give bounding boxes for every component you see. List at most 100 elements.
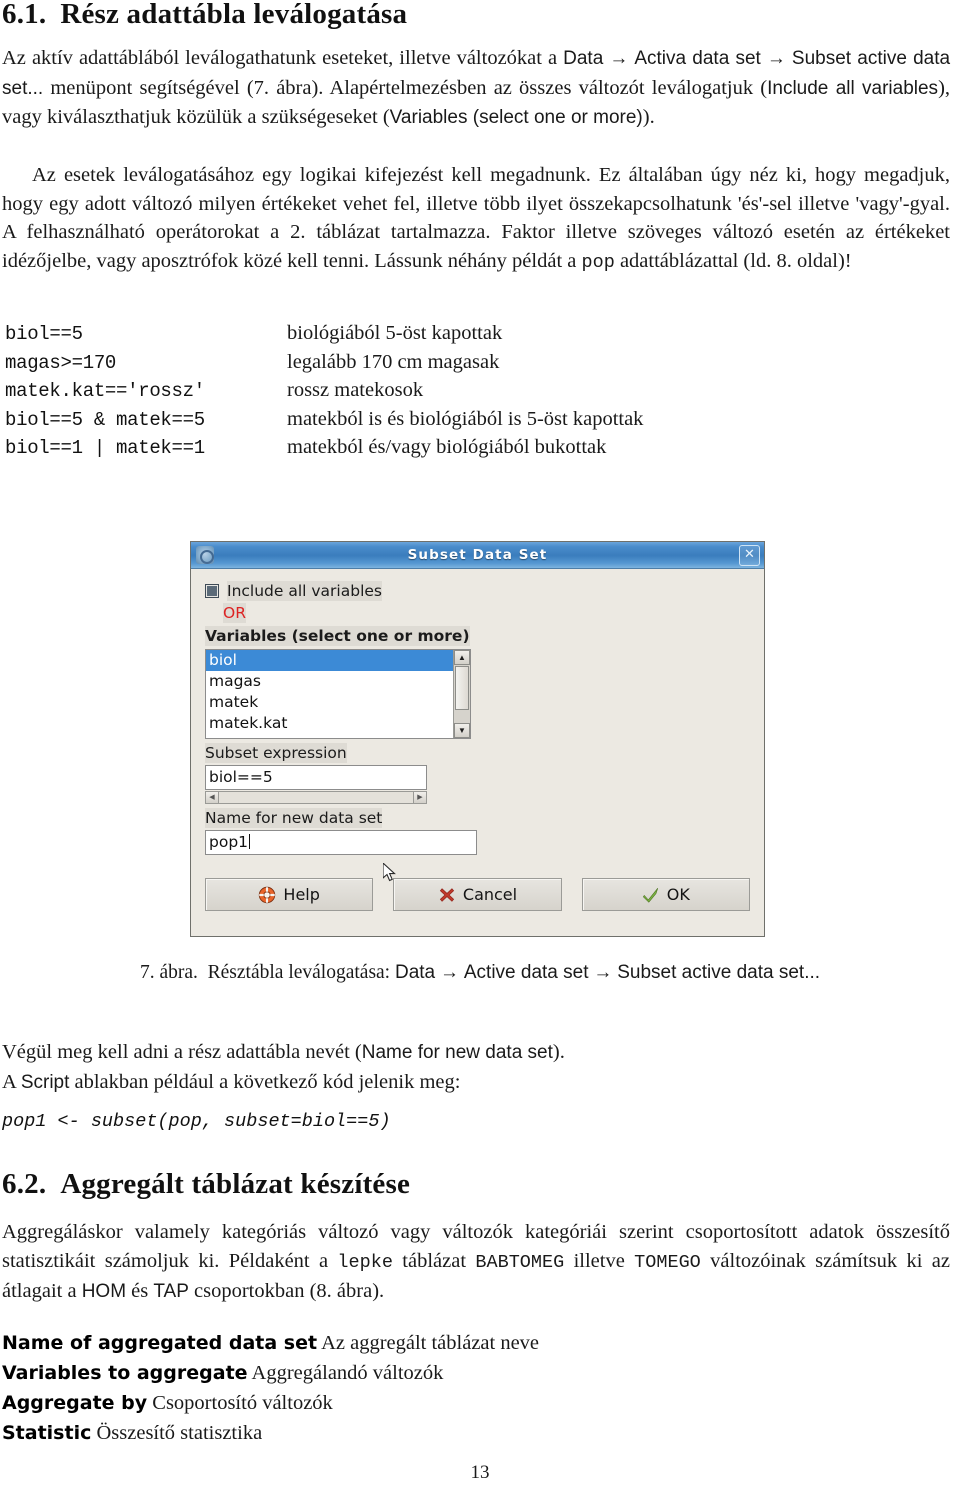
page-number: 13 [470, 1462, 490, 1483]
after-figure-part4: ablakban például a következő kód jelenik… [69, 1070, 461, 1093]
definition-description: Az aggregált táblázat neve [321, 1332, 540, 1354]
example-description: legalább 170 cm magasak [287, 350, 500, 373]
dialog-titlebar[interactable]: Subset Data Set ✕ [191, 542, 764, 569]
list-item[interactable]: matek [206, 692, 470, 713]
section-62-number: 6.2. [2, 1168, 47, 1200]
figure-caption-text: Résztábla leválogatása: [207, 962, 395, 983]
caption-menu-data: Data [394, 962, 436, 983]
code-lepke: lepke [337, 1251, 393, 1273]
section-61-number: 6.1. [2, 0, 47, 30]
list-item[interactable]: matek.kat [206, 713, 470, 734]
variables-header: Variables (select one or more) [205, 626, 470, 646]
figure-7-caption: 7. ábra. Résztábla leválogatása: Data → … [0, 962, 960, 984]
subset-expression-label: Subset expression [205, 743, 347, 763]
section-61-heading: 6.1. Rész adattábla leválogatása [2, 0, 407, 31]
section-61-title: Rész adattábla leválogatása [60, 0, 408, 30]
section-62-heading: 6.2. Aggregált táblázat készítése [2, 1168, 410, 1201]
list-item: Statistic Összesítő statisztika [2, 1418, 942, 1448]
definition-description: Csoportosító változók [152, 1392, 333, 1414]
checkbox-icon[interactable] [205, 584, 219, 598]
term-include-all-variables: Include all variables [767, 77, 939, 99]
variables-listbox[interactable]: biol magas matek matek.kat ▲ ▼ [205, 649, 471, 739]
example-description: matekból is és biológiából is 5-öst kapo… [287, 407, 644, 430]
example-code: magas>=170 [5, 351, 117, 374]
aggregation-part5: és [126, 1280, 154, 1303]
definition-list: Name of aggregated data set Az aggregált… [2, 1328, 942, 1448]
dialog-body: Include all variables OR Variables (sele… [191, 569, 764, 937]
cancel-button-label: Cancel [462, 885, 518, 904]
definition-description: Összesítő statisztika [96, 1422, 263, 1444]
table-row: biol==5 & matek==5 matekból is és biológ… [5, 408, 785, 437]
new-data-set-name-label: Name for new data set [205, 808, 383, 828]
subset-expression-input[interactable]: biol==5 [205, 765, 427, 790]
term-name-for-new-data-set: Name for new data set [361, 1042, 553, 1063]
paragraph-intro: Az aktív adattáblából leválogathatunk es… [2, 44, 950, 133]
hscroll-track[interactable] [219, 792, 413, 803]
code-sample-subset: pop1 <- subset(pop, subset=biol==5) [2, 1111, 391, 1132]
code-tap: TAP [153, 1281, 189, 1303]
paragraph-aggregation: Aggregáláskor valamely kategóriás változ… [2, 1218, 950, 1307]
definition-term: Aggregate by [2, 1392, 148, 1414]
arrow-icon-2: → [766, 48, 786, 69]
ok-button[interactable]: OK [581, 878, 750, 911]
document-page: 6.1. Rész adattábla leválogatása Az aktív… [0, 0, 960, 1505]
paragraph-after-figure: Végül meg kell adni a rész adattábla nev… [2, 1038, 950, 1097]
section-62-title: Aggregált táblázat készítése [60, 1168, 411, 1200]
include-all-variables-row[interactable]: Include all variables [205, 581, 764, 601]
list-item: Name of aggregated data set Az aggregált… [2, 1328, 942, 1358]
new-data-set-name-value: pop1 [209, 833, 249, 851]
term-script: Script [20, 1071, 70, 1093]
definition-term: Statistic [2, 1422, 92, 1444]
example-code: biol==5 & matek==5 [5, 408, 205, 431]
paragraph-intro-part2: menüpont segítségével (7. ábra). Alapért… [43, 76, 768, 99]
table-row: matek.kat=='rossz' rossz matekosok [5, 379, 785, 408]
example-code: biol==1 | matek==1 [5, 437, 205, 459]
cancel-button[interactable]: Cancel [393, 878, 562, 911]
paragraph-expressions-part2: adattáblázattal (ld. 8. oldal)! [614, 249, 852, 272]
definition-term: Name of aggregated data set [2, 1332, 318, 1354]
vertical-scrollbar[interactable]: ▲ ▼ [453, 650, 470, 738]
scroll-down-icon[interactable]: ▼ [454, 723, 470, 738]
list-item: Aggregate by Csoportosító változók [2, 1388, 942, 1418]
text-caret [249, 834, 251, 849]
help-button[interactable]: Help [205, 878, 374, 911]
code-pop: pop [581, 251, 615, 273]
example-description: rossz matekosok [287, 379, 424, 401]
scroll-right-icon[interactable]: ▶ [413, 792, 426, 803]
definition-term: Variables to aggregate [2, 1362, 248, 1384]
new-data-set-name-input[interactable]: pop1 [205, 830, 477, 855]
lifebuoy-icon [259, 886, 276, 903]
table-row: magas>=170 legalább 170 cm magasak [5, 351, 785, 380]
caption-menu-active: Active data set [463, 962, 589, 983]
list-item[interactable]: magas [206, 671, 470, 692]
example-code: biol==5 [5, 323, 83, 345]
scroll-up-icon[interactable]: ▲ [454, 650, 470, 665]
figure-number: 7. ábra. [139, 962, 198, 983]
close-x-icon [439, 887, 454, 902]
menu-active-data-set: Activa data set [634, 48, 761, 69]
list-item[interactable]: biol [206, 650, 470, 671]
example-description: matekból és/vagy biológiából bukottak [287, 436, 607, 458]
after-figure-part2: ). [552, 1041, 565, 1063]
app-icon [196, 546, 214, 564]
checkmark-icon [642, 887, 658, 903]
example-code: matek.kat=='rossz' [5, 380, 205, 402]
paragraph-expressions: Az esetek leválogatásához egy logikai ki… [2, 161, 950, 277]
scrollbar-thumb[interactable] [455, 666, 469, 710]
include-all-variables-label: Include all variables [227, 581, 382, 601]
dialog-title: Subset Data Set [407, 547, 548, 563]
list-item: Variables to aggregate Aggregálandó vált… [2, 1358, 942, 1388]
caption-menu-subset: Subset active data set... [617, 962, 821, 983]
close-icon[interactable]: ✕ [739, 545, 760, 566]
examples-table: biol==5 biológiából 5-öst kapottak magas… [5, 322, 785, 465]
caption-arrow-icon: → [440, 962, 459, 983]
aggregation-part3: illetve [564, 1249, 635, 1272]
scroll-left-icon[interactable]: ◀ [206, 792, 219, 803]
code-babtomeg: BABTOMEG [475, 1251, 565, 1273]
horizontal-scrollbar[interactable]: ◀ ▶ [205, 791, 427, 804]
example-description: biológiából 5-öst kapottak [287, 322, 503, 344]
help-button-label: Help [283, 885, 320, 904]
table-row: biol==5 biológiából 5-öst kapottak [5, 322, 785, 351]
term-variables-select: Variables (select one or more) [389, 107, 643, 129]
after-figure-part3: A [2, 1070, 21, 1093]
